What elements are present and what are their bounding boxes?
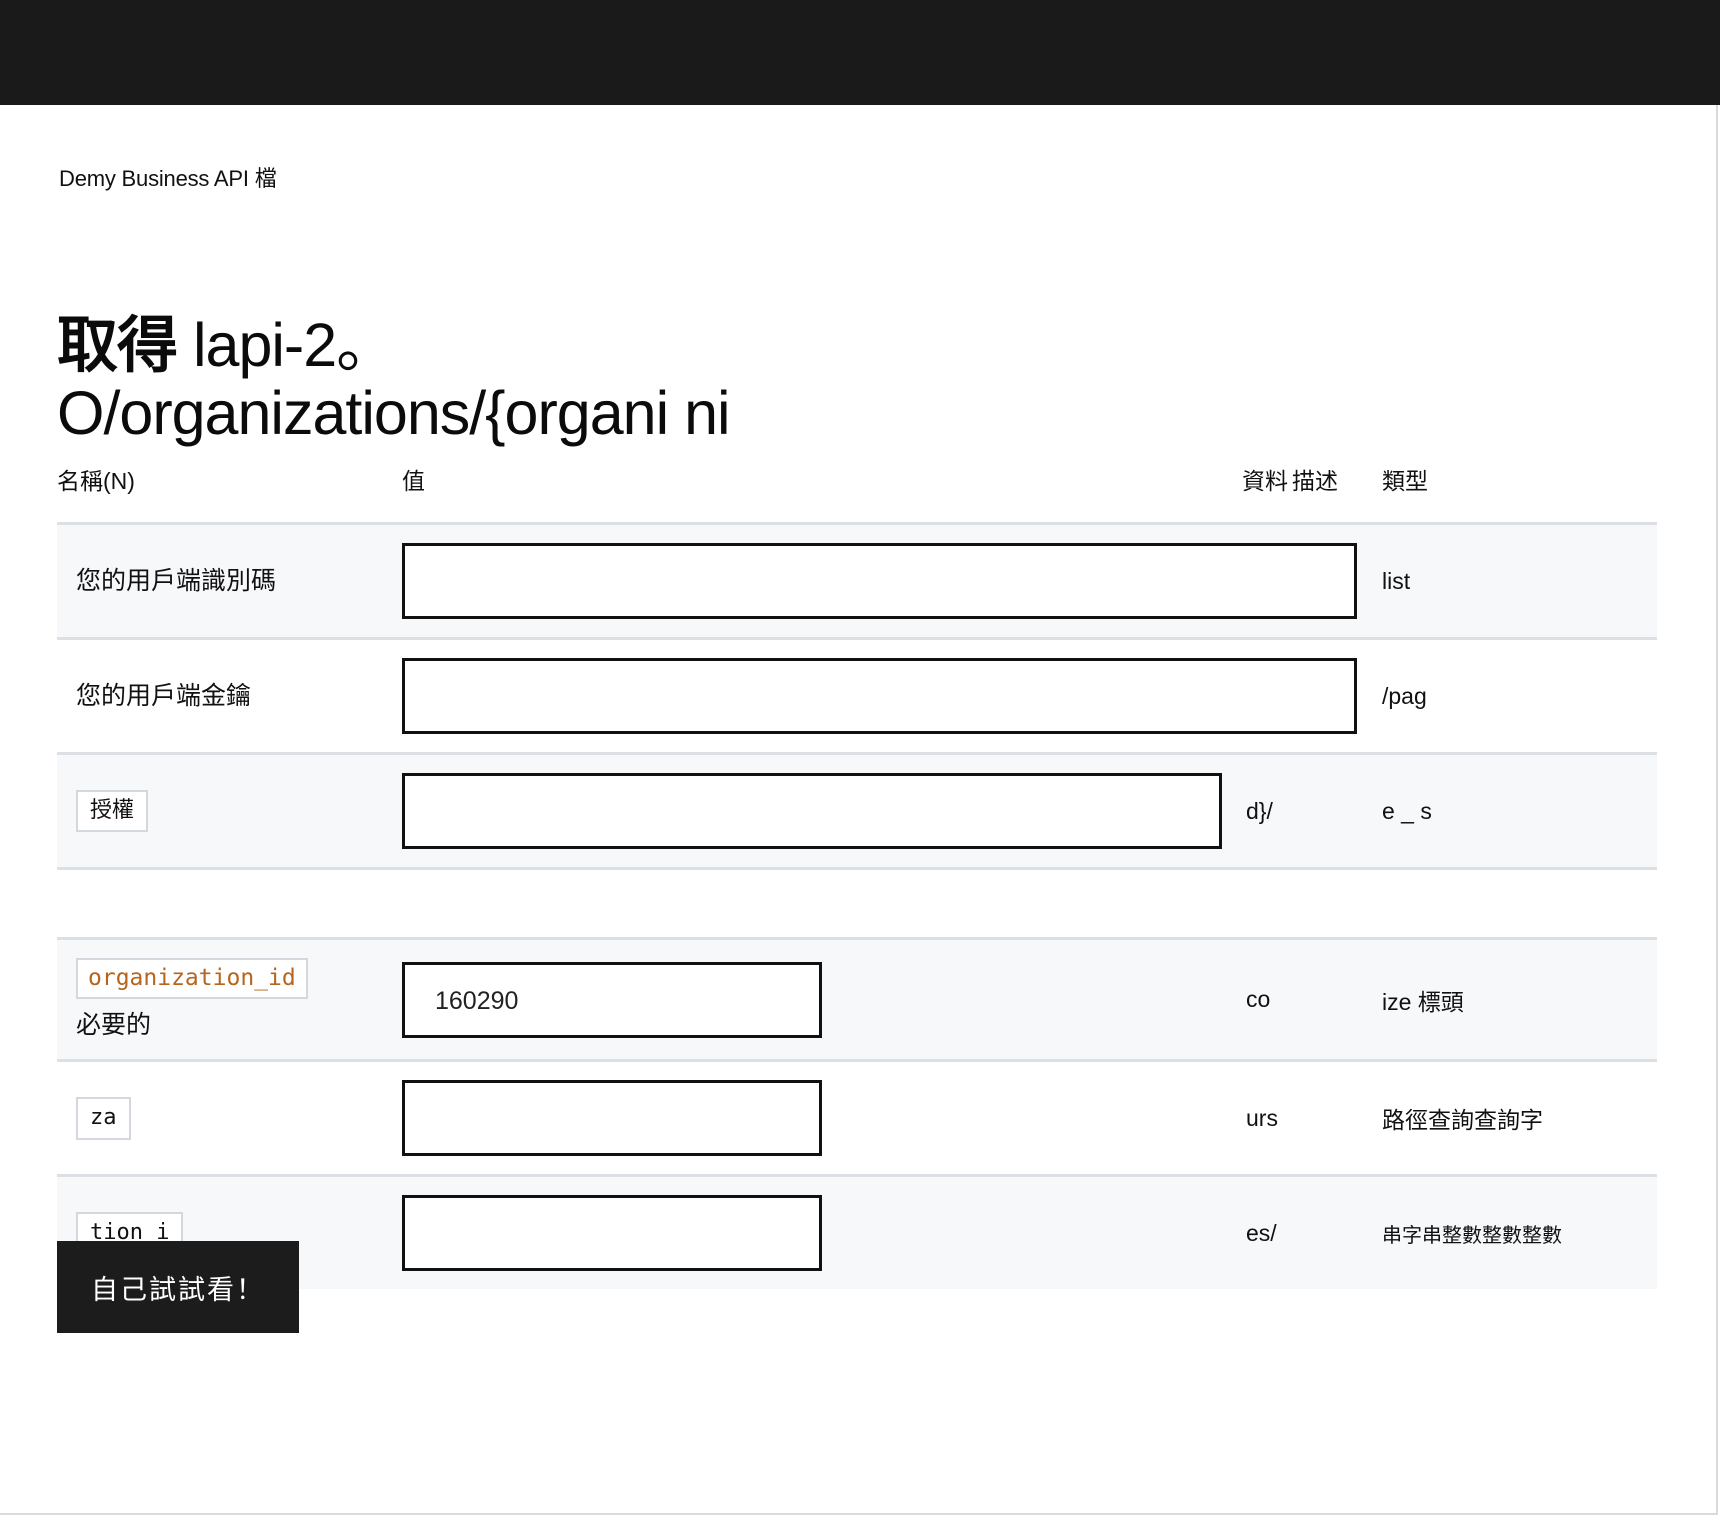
param-data-cell: es/ xyxy=(1246,1219,1277,1246)
param-type-cell: /pag xyxy=(1382,682,1427,709)
page-title: 取得 lapi-2。O/organizations/{organi ni xyxy=(57,311,857,448)
column-header-type: 類型 xyxy=(1382,468,1428,494)
param-name-cell: 您的用戶端金鑰 xyxy=(57,639,402,754)
column-header-description: 描述 xyxy=(1292,468,1338,494)
table-row: 您的用戶端識別碼 list xyxy=(57,523,1657,639)
parameters-table: 名稱(N) 值 描述 資料 類型 您的用戶端識別碼 list 您的用戶端金鑰/pag… xyxy=(57,462,1657,1290)
param-name-cell: 您的用戶端識別碼 xyxy=(57,524,402,639)
param-description-cell xyxy=(847,754,1242,869)
param-type-cell: ize 標頭 xyxy=(1382,988,1464,1015)
column-header-value: 值 xyxy=(402,468,425,494)
column-header-name: 名稱(N) xyxy=(57,468,135,494)
page-title-method: 取得 xyxy=(57,310,178,379)
param-name-cell: za xyxy=(57,1061,402,1176)
table-body: 您的用戶端識別碼 list 您的用戶端金鑰/pag 授權 d}/ e _ s organiz… xyxy=(57,523,1657,1290)
param-value-cell xyxy=(402,1176,847,1290)
param-data-cell: d}/ xyxy=(1246,797,1273,824)
param-value-cell xyxy=(402,639,1357,754)
param-type-cell: list xyxy=(1382,567,1411,594)
param-type-cell: 串字串整數整數整數 xyxy=(1382,1224,1562,1247)
param-type-cell: 路徑查詢查詢字 xyxy=(1382,1107,1543,1134)
page-content: Demy Business API 檔 取得 lapi-2。O/organiza… xyxy=(0,105,1718,1515)
top-black-bar xyxy=(0,0,1720,105)
param-value-cell xyxy=(402,1061,847,1176)
param-name-cell: organization_id 必要的 xyxy=(57,939,402,1061)
param-name-cell: 授權 xyxy=(57,754,402,869)
param-data-cell: urs xyxy=(1246,1104,1278,1131)
param-value-cell xyxy=(402,754,1222,869)
param-value-text: 160290 xyxy=(435,986,519,1015)
table-row-spacer-cell xyxy=(57,869,1657,939)
param-description-cell xyxy=(847,1176,1242,1290)
param-value-text xyxy=(405,1198,819,1220)
param-description-cell xyxy=(847,939,1242,1061)
param-name-label: 您的用戶端金鑰 xyxy=(76,681,252,710)
table-header: 名稱(N) 值 描述 資料 類型 xyxy=(57,462,1657,524)
param-name-code: organization_id xyxy=(76,958,308,1000)
param-value-cell: 160290 xyxy=(402,939,847,1061)
table-header-row: 名稱(N) 值 描述 資料 類型 xyxy=(57,462,1657,524)
param-description-cell xyxy=(847,524,1242,639)
param-description-cell xyxy=(847,639,1242,754)
table-row-spacer xyxy=(57,868,1657,939)
try-it-button[interactable]: 自己試試看！ xyxy=(57,1241,299,1333)
table-row: 授權 d}/ e _ s xyxy=(57,753,1657,869)
param-required-label: 必要的 xyxy=(76,1011,152,1040)
param-data-cell xyxy=(1242,524,1382,639)
table-row: za urs 路徑查詢查詢字 xyxy=(57,1060,1657,1176)
table-row: 您的用戶端金鑰/pag xyxy=(57,638,1657,754)
param-value-input[interactable] xyxy=(402,1080,822,1157)
param-type-cell: e _ s xyxy=(1382,797,1432,824)
param-value-input[interactable]: 160290 xyxy=(402,961,822,1038)
param-name-label: 您的用戶端識別碼 xyxy=(76,566,277,595)
param-name-code: za xyxy=(76,1097,131,1140)
param-data-cell xyxy=(1242,639,1382,754)
param-name-code: 授權 xyxy=(76,789,149,833)
param-value-text xyxy=(405,1083,819,1105)
param-value-cell xyxy=(402,524,1357,639)
breadcrumb[interactable]: Demy Business API 檔 xyxy=(59,161,277,193)
param-value-input[interactable] xyxy=(402,1195,822,1272)
table-row: organization_id 必要的 160290 co ize 標頭 xyxy=(57,938,1657,1061)
param-description-cell xyxy=(847,1061,1242,1176)
param-data-cell: co xyxy=(1246,986,1271,1013)
